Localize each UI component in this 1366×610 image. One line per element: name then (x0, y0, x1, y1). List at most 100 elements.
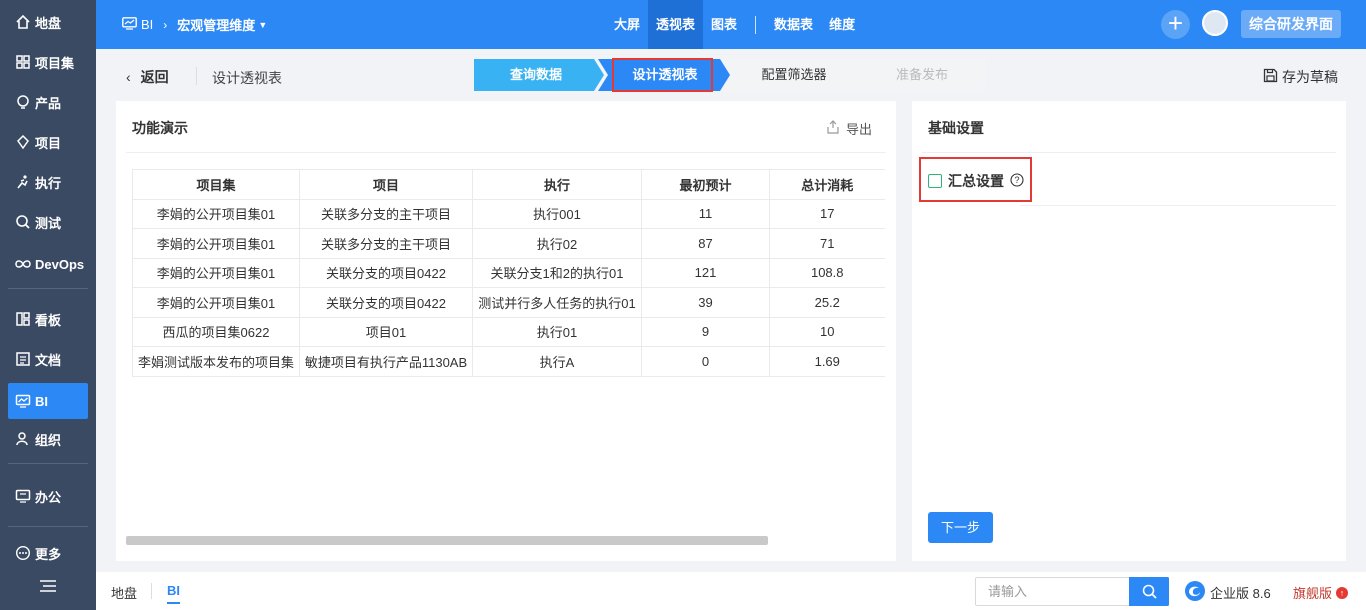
nav-screen[interactable]: 大屏 (606, 0, 648, 49)
sidebar-item-test[interactable]: 测试 (8, 204, 88, 240)
table-cell: 关联多分支的主干项目 (299, 228, 473, 259)
menu-collapse-icon[interactable] (39, 578, 57, 597)
step-wizard: 查询数据 设计透视表 配置筛选器 准备发布 (474, 59, 986, 91)
sidebar-divider (8, 526, 88, 527)
table-cell: 关联多分支的主干项目 (299, 198, 473, 229)
table-cell: 0 (641, 346, 770, 377)
divider (151, 583, 152, 599)
page-title: 设计透视表 (212, 70, 282, 86)
table-cell: 李娟的公开项目集01 (132, 287, 300, 318)
office-icon (14, 487, 32, 505)
sub-bar: ‹ 返回 设计透视表 查询数据 设计透视表 配置筛选器 准备发布 存为草稿 (96, 49, 1366, 101)
table-cell: 121 (641, 257, 770, 288)
sidebar-item-more[interactable]: 更多 (8, 535, 88, 571)
divider (126, 152, 886, 153)
nav-dimension[interactable]: 维度 (821, 0, 863, 49)
table-header-row: 项目集 项目 执行 最初预计 总计消耗 (132, 169, 885, 200)
more-icon (14, 544, 32, 562)
table-cell: 执行01 (472, 316, 642, 347)
export-icon (826, 120, 840, 137)
table-row: 西瓜的项目集0622 项目01 执行01 9 10 (132, 316, 885, 347)
board-icon (14, 310, 32, 328)
product-icon (14, 93, 32, 111)
table-row: 李娟的公开项目集01 关联分支的项目0422 关联分支1和2的执行01 121 … (132, 257, 885, 288)
footer-tab-bi[interactable]: BI (167, 583, 180, 604)
table-row: 李娟的公开项目集01 关联多分支的主干项目 执行02 87 71 (132, 228, 885, 259)
step-query-data[interactable]: 查询数据 (474, 59, 598, 91)
panel-title: 功能演示 (132, 120, 188, 136)
back-button[interactable]: ‹ 返回 (126, 67, 169, 87)
table-cell: 执行001 (472, 198, 642, 229)
step-config-filter[interactable]: 配置筛选器 (730, 59, 858, 91)
column-header: 总计消耗 (769, 169, 885, 200)
sidebar-item-label: 更多 (35, 546, 62, 562)
monitor-icon (14, 392, 32, 410)
save-draft-label: 存为草稿 (1282, 69, 1338, 85)
sidebar-item-project[interactable]: 项目 (8, 124, 88, 160)
next-step-button[interactable]: 下一步 (928, 512, 993, 543)
back-label: 返回 (140, 69, 169, 85)
sidebar-divider (8, 463, 88, 464)
sidebar-item-label: 看板 (35, 312, 62, 328)
flagship-upgrade[interactable]: 旗舰版 ↑ (1293, 583, 1349, 602)
nav-chart[interactable]: 图表 (703, 0, 745, 49)
table-row: 李娟的公开项目集01 关联多分支的主干项目 执行001 11 17 (132, 198, 885, 229)
sidebar-item-label: DevOps (35, 256, 85, 272)
table-cell: 关联分支1和2的执行01 (472, 257, 642, 288)
table-cell: 39 (641, 287, 770, 318)
sidebar-item-execution[interactable]: 执行 (8, 164, 88, 200)
edition-info[interactable]: 企业版 8.6 (1184, 580, 1271, 605)
nav-pivot[interactable]: 透视表 (648, 0, 704, 49)
settings-panel: 基础设置 汇总设置 ? 下一步 (912, 101, 1346, 561)
dimension-selector[interactable]: 宏观管理维度 (177, 15, 255, 34)
table-row: 李娟的公开项目集01 关联分支的项目0422 测试并行多人任务的执行01 39 … (132, 287, 885, 318)
monitor-icon (122, 16, 137, 33)
chevron-right-icon: › (163, 17, 168, 32)
horizontal-scrollbar[interactable] (126, 536, 768, 545)
sidebar-item-program[interactable]: 项目集 (8, 44, 88, 80)
doc-icon (14, 350, 32, 368)
sidebar: 地盘 项目集 产品 项目 执行 测试 DevOps 看板 文档 BI 组织 办公… (0, 0, 96, 610)
avatar[interactable] (1202, 10, 1228, 36)
export-button[interactable]: 导出 (826, 119, 872, 138)
search-button[interactable] (1129, 577, 1169, 606)
sidebar-item-kanban[interactable]: 看板 (8, 301, 88, 337)
sidebar-item-devops[interactable]: DevOps (8, 246, 88, 282)
table-cell: 西瓜的项目集0622 (132, 316, 300, 347)
table-cell: 关联分支的项目0422 (299, 257, 473, 288)
sidebar-item-org[interactable]: 组织 (8, 421, 88, 457)
table-row: 李娟测试版本发布的项目集 敏捷项目有执行产品1130AB 执行A 0 1.69 (132, 346, 885, 377)
nav-divider (755, 15, 757, 34)
table-cell: 10 (769, 316, 885, 347)
sidebar-item-dashboard[interactable]: 地盘 (8, 4, 88, 40)
pivot-table: 项目集 项目 执行 最初预计 总计消耗 李娟的公开项目集01 关联多分支的主干项… (132, 169, 885, 377)
top-nav: 大屏 透视表 图表 数据表 维度 (606, 0, 863, 49)
sidebar-item-bi[interactable]: BI (8, 383, 88, 419)
nav-datatable[interactable]: 数据表 (766, 0, 821, 49)
upgrade-arrow-icon: ↑ (1336, 586, 1349, 599)
workspace-button[interactable]: 综合研发界面 (1241, 10, 1341, 38)
save-draft-button[interactable]: 存为草稿 (1263, 67, 1338, 87)
edition-label: 企业版 8.6 (1210, 586, 1271, 601)
zentao-logo-icon (1184, 580, 1206, 605)
sidebar-item-doc[interactable]: 文档 (8, 341, 88, 377)
table-cell: 敏捷项目有执行产品1130AB (299, 346, 473, 377)
sidebar-item-label: 执行 (35, 175, 62, 191)
table-cell: 项目01 (299, 316, 473, 347)
caret-down-icon: ▼ (258, 19, 268, 30)
sidebar-item-office[interactable]: 办公 (8, 478, 88, 514)
sidebar-item-product[interactable]: 产品 (8, 84, 88, 120)
search-icon (1142, 584, 1157, 602)
table-cell: 9 (641, 316, 770, 347)
table-cell: 17 (769, 198, 885, 229)
table-cell: 执行02 (472, 228, 642, 259)
divider (196, 67, 197, 85)
pivot-preview-panel: 功能演示 导出 项目集 项目 执行 最初预计 总计消耗 李娟的公开项目集01 关… (116, 101, 896, 561)
plus-icon[interactable]: + (1161, 10, 1190, 39)
footer-tab-dashboard[interactable]: 地盘 (111, 583, 137, 602)
save-icon (1263, 68, 1278, 86)
module-name[interactable]: BI (141, 17, 153, 32)
table-cell: 25.2 (769, 287, 885, 318)
step-publish: 准备发布 (895, 67, 948, 82)
flagship-label: 旗舰版 (1293, 586, 1333, 601)
